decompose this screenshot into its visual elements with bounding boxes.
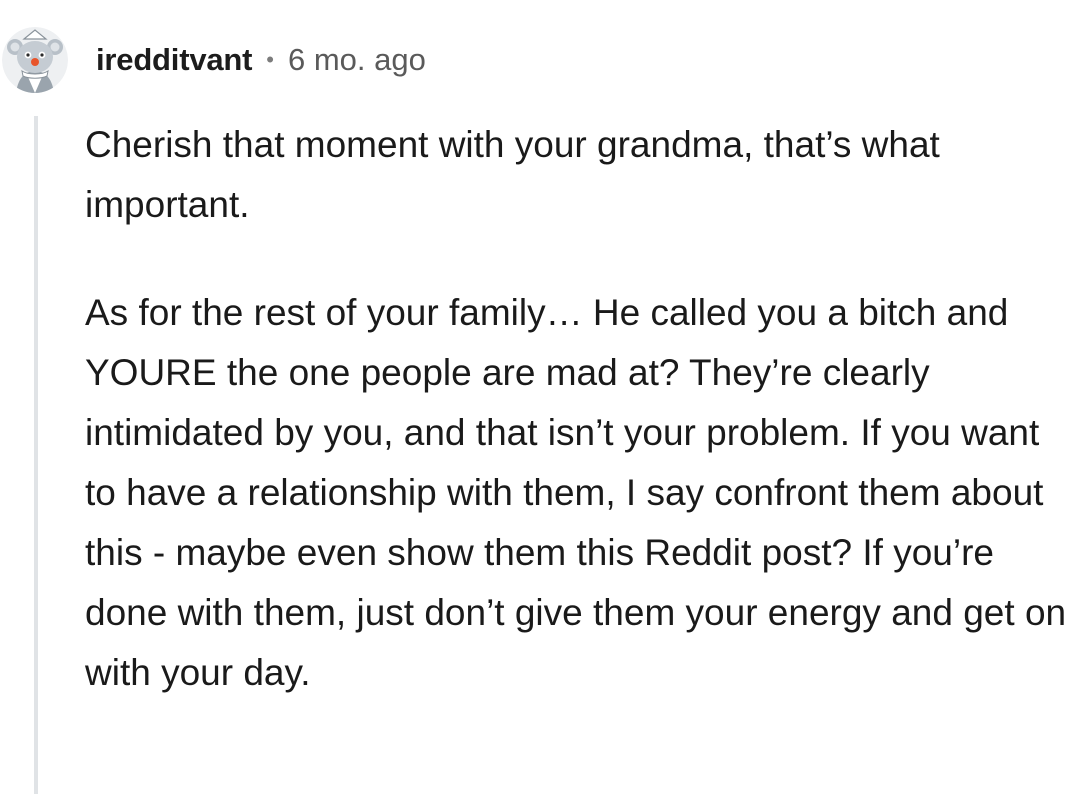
comment-timestamp[interactable]: 6 mo. ago xyxy=(288,42,426,78)
comment-header: iredditvant • 6 mo. ago xyxy=(0,24,426,96)
comment: iredditvant • 6 mo. ago Cherish that mom… xyxy=(0,0,1079,794)
username[interactable]: iredditvant xyxy=(96,42,252,78)
meta-separator: • xyxy=(266,47,274,72)
comment-paragraph: Cherish that moment with your grandma, t… xyxy=(85,124,940,225)
thread-collapse-line[interactable] xyxy=(34,116,38,794)
snoo-avatar-icon[interactable] xyxy=(2,27,68,93)
comment-body: Cherish that moment with your grandma, t… xyxy=(85,115,1070,703)
comment-paragraph: As for the rest of your family… He calle… xyxy=(85,292,1067,693)
